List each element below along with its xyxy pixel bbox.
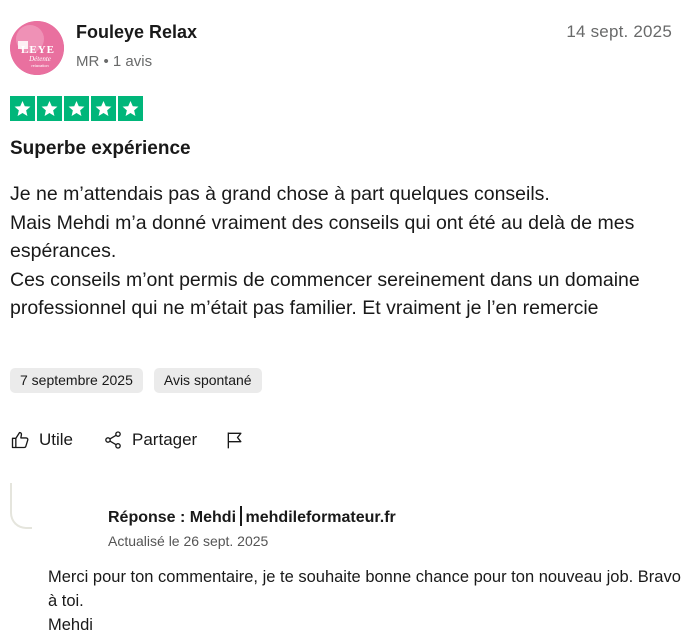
star-icon <box>10 96 35 121</box>
star-icon <box>118 96 143 121</box>
reply-title: Réponse : Mehdi <box>108 509 237 526</box>
svg-text:relaxation: relaxation <box>31 63 48 68</box>
review-chips: 7 septembre 2025 Avis spontané <box>10 368 262 393</box>
svg-text:Détente: Détente <box>28 55 51 63</box>
reply-body: Merci pour ton commentaire, je te souhai… <box>48 568 681 634</box>
experience-date-chip: 7 septembre 2025 <box>10 368 143 393</box>
star-icon <box>64 96 89 121</box>
review-date: 14 sept. 2025 <box>566 22 672 41</box>
share-icon <box>105 431 121 449</box>
review-actions: Utile Partager <box>10 430 245 450</box>
reply-company[interactable]: mehdileformateur.fr <box>246 509 396 526</box>
thumbs-up-icon <box>11 431 29 449</box>
report-button[interactable] <box>225 430 245 450</box>
reply-divider <box>240 506 242 526</box>
useful-label: Utile <box>39 430 74 449</box>
reviewer-meta: MR • 1 avis <box>76 53 153 70</box>
reviewer-name[interactable]: Fouleye Relax <box>76 22 197 43</box>
star-icon <box>37 96 62 121</box>
star-rating <box>10 96 143 121</box>
star-icon <box>91 96 116 121</box>
review-text: Je ne m’attendais pas à grand chose à pa… <box>10 183 640 319</box>
avatar-logo: LEYE Détente relaxation <box>10 21 64 75</box>
review-title: Superbe expérience <box>10 138 191 159</box>
reply-header: Réponse : Mehdi mehdileformateur.fr <box>108 506 396 527</box>
reviewer-avatar[interactable]: LEYE Détente relaxation <box>10 21 64 75</box>
review-body: Je ne m’attendais pas à grand chose à pa… <box>10 180 650 323</box>
reply-updated-date: Actualisé le 26 sept. 2025 <box>108 533 269 549</box>
useful-button[interactable]: Utile <box>10 430 73 450</box>
review-type-badge[interactable]: Avis spontané <box>153 368 262 393</box>
reply-connector <box>10 483 32 529</box>
share-label: Partager <box>132 430 198 449</box>
flag-icon <box>227 432 242 449</box>
share-button[interactable]: Partager <box>103 430 197 450</box>
